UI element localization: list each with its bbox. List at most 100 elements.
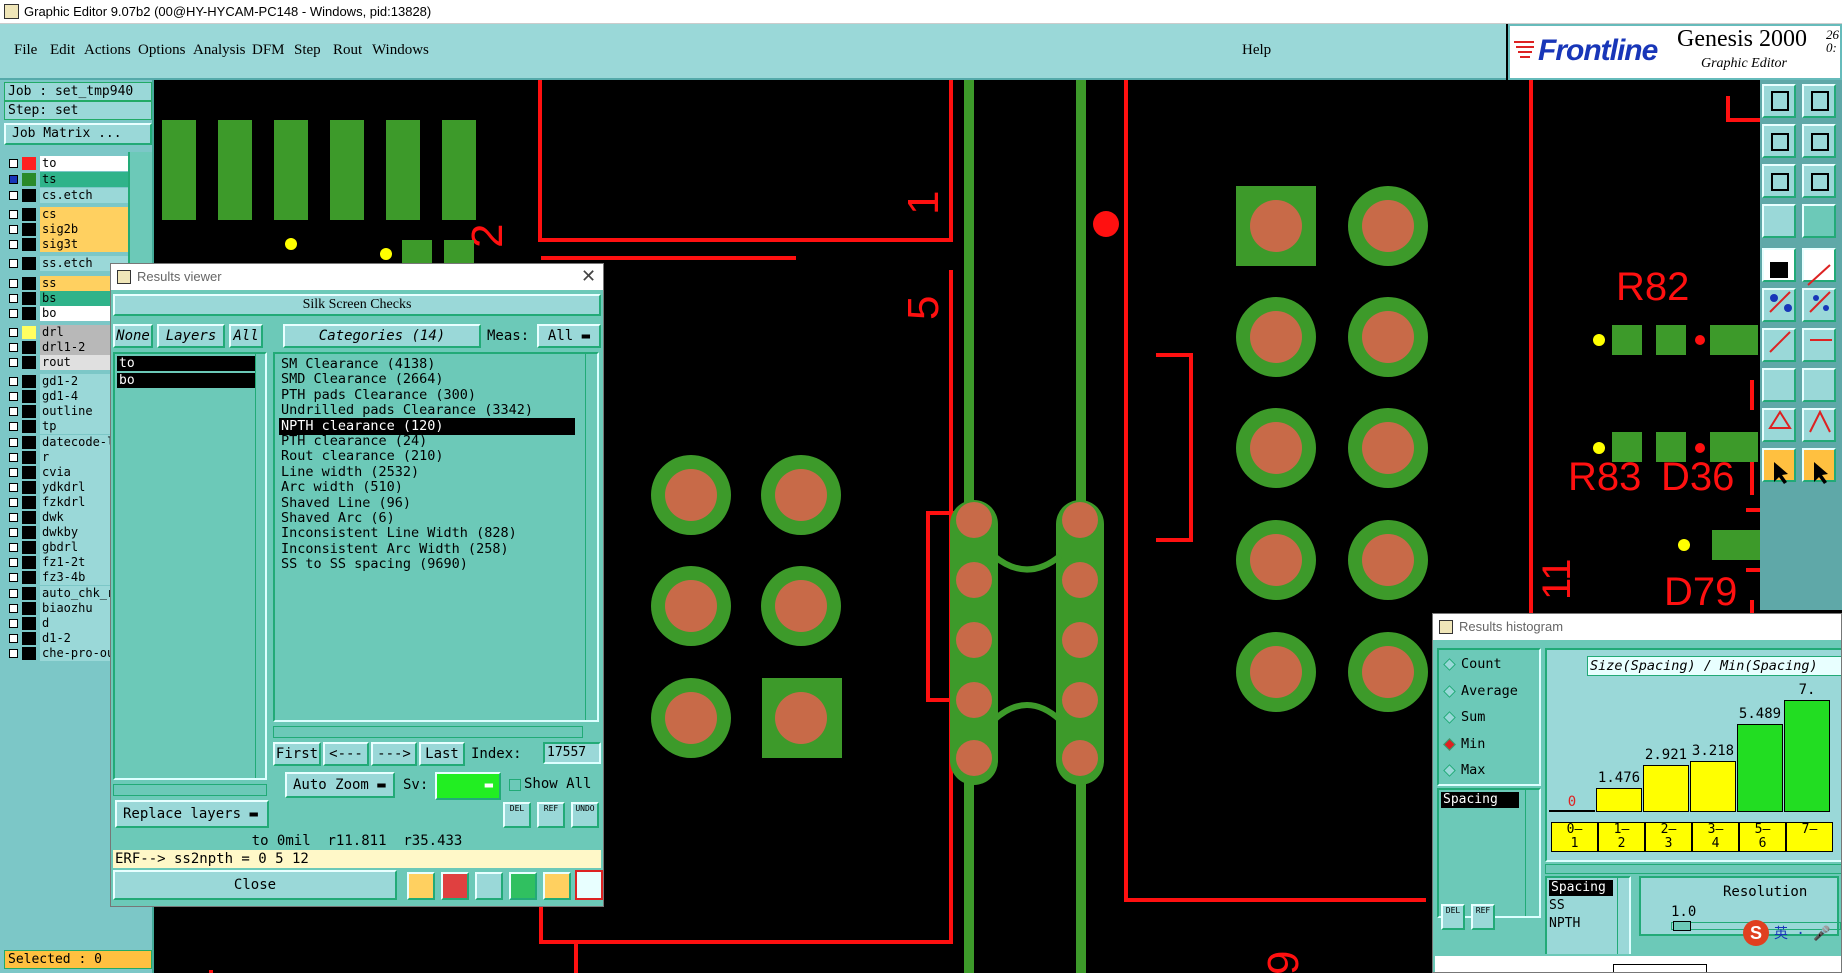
layers-none-button[interactable]: None [113, 324, 153, 348]
layer-color-swatch[interactable] [22, 511, 36, 524]
histogram-bar[interactable] [1737, 724, 1783, 812]
layer-row-dwkby[interactable]: dwkby [6, 525, 128, 541]
layer-row-rout[interactable]: rout [6, 355, 128, 370]
layer-color-swatch[interactable] [22, 257, 36, 271]
histogram-bar[interactable] [1643, 765, 1689, 812]
menu-file[interactable]: File [14, 42, 37, 59]
layer-row-bs[interactable]: bs [6, 290, 128, 306]
measure-list-scrollbar[interactable] [1525, 790, 1537, 916]
layer-row-outline[interactable]: outline [6, 404, 128, 420]
layers-button[interactable]: Layers [157, 324, 225, 348]
layer-checkbox[interactable] [9, 377, 18, 387]
job-matrix-button[interactable]: Job Matrix ... [4, 123, 152, 145]
menu-help[interactable]: Help [1242, 42, 1271, 59]
result-tool-5-icon[interactable] [543, 872, 571, 900]
layer-color-swatch[interactable] [22, 480, 36, 494]
layer-color-swatch[interactable] [22, 571, 36, 585]
type-list-item[interactable]: NPTH [1549, 916, 1580, 931]
layer-row-fzkdrl[interactable]: fzkdrl [6, 494, 128, 510]
layer-row-fz3-4b[interactable]: fz3-4b [6, 570, 128, 586]
layer-checkbox[interactable] [9, 543, 18, 553]
resolution-slider-thumb[interactable] [1673, 921, 1691, 931]
show-all-checkbox[interactable] [509, 779, 521, 791]
layer-color-swatch[interactable] [22, 291, 36, 305]
layer-name[interactable]: ts [40, 172, 128, 187]
layer-checkbox[interactable] [9, 497, 18, 507]
layer-checkbox[interactable] [9, 437, 18, 447]
layer-checkbox[interactable] [9, 422, 18, 432]
layers-all-button[interactable]: All [229, 324, 263, 348]
layer-row-bo[interactable]: bo [6, 305, 128, 321]
layer-row-ss.etch[interactable]: ss.etch [6, 256, 128, 272]
layer-name[interactable]: to [40, 156, 128, 171]
histogram-hscrollbar[interactable] [1545, 864, 1841, 874]
layer-color-swatch[interactable] [22, 646, 36, 660]
layers-list[interactable]: to bo [113, 352, 267, 780]
next-button[interactable]: ---> [371, 742, 417, 766]
layer-checkbox[interactable] [9, 482, 18, 492]
menu-actions[interactable]: Actions [84, 42, 131, 59]
meas-dropdown[interactable]: All ▬ [537, 324, 601, 348]
layer-color-swatch[interactable] [22, 276, 36, 290]
layer-checkbox[interactable] [9, 513, 18, 522]
category-item[interactable]: SS to SS spacing (9690) [279, 556, 575, 573]
layer-checkbox[interactable] [9, 392, 18, 402]
result-tool-2-icon[interactable] [441, 872, 469, 900]
layer-color-swatch[interactable] [22, 631, 36, 645]
layer-row-tp[interactable]: tp [6, 419, 128, 435]
layer-color-swatch[interactable] [22, 465, 36, 479]
layer-row-ts[interactable]: ts [6, 172, 128, 187]
layer-row-che-pro-ou[interactable]: che-pro-ou [6, 645, 128, 661]
menu-edit[interactable]: Edit [50, 42, 75, 59]
measure-list-item[interactable]: Spacing [1441, 792, 1519, 808]
ime-toolbar[interactable]: 英 · 🎤 [1774, 923, 1842, 945]
layer-color-swatch[interactable] [22, 435, 36, 449]
layer-row-dwk[interactable]: dwk [6, 510, 128, 525]
results-viewer-close-icon[interactable]: ✕ [581, 266, 596, 287]
aggregate-option-min[interactable]: Min [1443, 736, 1537, 754]
result-tool-3-icon[interactable] [475, 872, 503, 900]
layer-checkbox[interactable] [9, 278, 18, 288]
layer-color-swatch[interactable] [22, 356, 36, 369]
layer-color-swatch[interactable] [22, 306, 36, 320]
radio-diamond-icon[interactable] [1443, 684, 1456, 698]
histogram-bar[interactable] [1596, 788, 1642, 812]
layer-checkbox[interactable] [9, 342, 18, 352]
layer-color-swatch[interactable] [22, 405, 36, 419]
layer-row-auto_chk_r[interactable]: auto_chk_r [6, 585, 128, 601]
layer-list-item[interactable]: to [117, 356, 255, 371]
del-button[interactable]: DEL [503, 802, 531, 828]
measure-list[interactable]: Spacing [1437, 788, 1541, 918]
menu-options[interactable]: Options [138, 42, 186, 59]
categories-scrollbar[interactable] [585, 354, 597, 720]
layer-name[interactable]: cs [40, 207, 128, 223]
radio-diamond-icon[interactable] [1443, 764, 1456, 777]
layer-checkbox[interactable] [9, 588, 18, 598]
close-button[interactable]: Close [113, 870, 397, 900]
layer-checkbox[interactable] [9, 358, 18, 367]
layer-checkbox[interactable] [9, 259, 18, 269]
layer-color-swatch[interactable] [22, 238, 36, 252]
layer-checkbox[interactable] [9, 648, 18, 658]
layer-color-swatch[interactable] [22, 450, 36, 464]
layer-color-swatch[interactable] [22, 526, 36, 540]
layer-checkbox[interactable] [9, 618, 18, 628]
menu-windows[interactable]: Windows [372, 42, 429, 59]
histogram-del-button[interactable]: DEL [1441, 904, 1465, 930]
layer-checkbox[interactable] [9, 240, 18, 250]
categories-hscrollbar[interactable] [273, 726, 583, 738]
result-tool-4-icon[interactable] [509, 872, 537, 900]
layer-row-sig2b[interactable]: sig2b [6, 222, 128, 238]
replace-layers-button[interactable]: Replace layers ▬ [115, 800, 269, 828]
radio-diamond-icon[interactable] [1443, 711, 1456, 724]
radio-diamond-icon[interactable] [1443, 737, 1456, 751]
layer-color-swatch[interactable] [22, 495, 36, 509]
layer-row-to[interactable]: to [6, 156, 128, 171]
menu-rout[interactable]: Rout [333, 42, 362, 59]
layer-color-swatch[interactable] [22, 556, 36, 570]
ime-icon[interactable]: S [1743, 920, 1769, 946]
layer-checkbox[interactable] [9, 327, 18, 337]
layer-row-drl1-2[interactable]: drl1-2 [6, 339, 128, 355]
layer-row-cvia[interactable]: cvia [6, 464, 128, 480]
layer-color-swatch[interactable] [22, 173, 36, 186]
